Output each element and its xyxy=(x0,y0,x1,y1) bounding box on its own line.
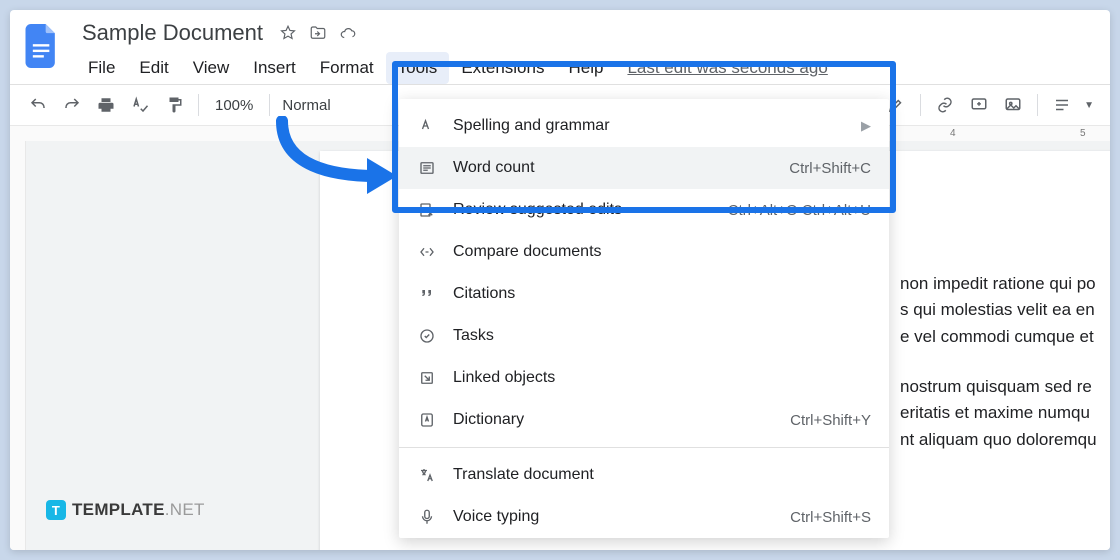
paint-format-icon[interactable] xyxy=(162,93,186,117)
document-title[interactable]: Sample Document xyxy=(76,18,269,48)
menu-label: Linked objects xyxy=(453,369,555,387)
mic-icon xyxy=(417,507,437,527)
menu-shortcut: Ctrl+Alt+O Ctrl+Alt+U xyxy=(728,202,871,219)
menu-file[interactable]: File xyxy=(76,52,127,84)
annotation-arrow-icon xyxy=(272,116,402,201)
submenu-arrow-icon: ▶ xyxy=(861,118,871,134)
star-icon[interactable] xyxy=(279,24,297,42)
spellcheck-icon[interactable] xyxy=(128,93,152,117)
menu-view[interactable]: View xyxy=(181,52,242,84)
menu-insert[interactable]: Insert xyxy=(241,52,308,84)
toolbar-separator xyxy=(1037,94,1038,116)
paragraph-style-select[interactable]: Normal xyxy=(282,97,330,114)
toolbar-separator xyxy=(269,94,270,116)
menu-compare-docs[interactable]: Compare documents xyxy=(399,231,889,273)
menu-voice-typing[interactable]: Voice typing Ctrl+Shift+S xyxy=(399,496,889,538)
undo-icon[interactable] xyxy=(26,93,50,117)
toolbar-separator xyxy=(198,94,199,116)
menu-dictionary[interactable]: Dictionary Ctrl+Shift+Y xyxy=(399,399,889,441)
insert-link-icon[interactable] xyxy=(933,93,957,117)
watermark-suffix: .NET xyxy=(165,500,205,519)
menu-shortcut: Ctrl+Shift+C xyxy=(789,160,871,177)
menu-format[interactable]: Format xyxy=(308,52,386,84)
cloud-status-icon[interactable] xyxy=(339,24,357,42)
menu-tools[interactable]: Tools xyxy=(386,52,450,84)
redo-icon[interactable] xyxy=(60,93,84,117)
watermark-brand: TEMPLATE xyxy=(72,500,165,519)
watermark: T TEMPLATE.NET xyxy=(46,500,205,520)
compare-icon xyxy=(417,242,437,262)
ruler-label: 4 xyxy=(950,128,956,139)
menu-label: Tasks xyxy=(453,327,494,345)
move-folder-icon[interactable] xyxy=(309,24,327,42)
toolbar-separator xyxy=(920,94,921,116)
menu-linked-objects[interactable]: Linked objects xyxy=(399,357,889,399)
menu-bar: File Edit View Insert Format Tools Exten… xyxy=(76,52,1098,84)
menu-shortcut: Ctrl+Shift+Y xyxy=(790,412,871,429)
align-icon[interactable] xyxy=(1050,93,1074,117)
menu-label: Review suggested edits xyxy=(453,201,622,219)
menu-citations[interactable]: Citations xyxy=(399,273,889,315)
chevron-down-icon[interactable]: ▼ xyxy=(1084,100,1094,111)
menu-label: Translate document xyxy=(453,466,594,484)
vertical-ruler[interactable] xyxy=(10,141,26,550)
review-edits-icon xyxy=(417,200,437,220)
menu-shortcut: Ctrl+Shift+S xyxy=(790,509,871,526)
menu-separator xyxy=(399,447,889,448)
zoom-select[interactable]: 100% xyxy=(211,97,257,114)
template-logo-icon: T xyxy=(46,500,66,520)
menu-review-edits[interactable]: Review suggested edits Ctrl+Alt+O Ctrl+A… xyxy=(399,189,889,231)
spellcheck-a-icon xyxy=(417,116,437,136)
tools-dropdown: Spelling and grammar ▶ Word count Ctrl+S… xyxy=(399,99,889,538)
menu-label: Word count xyxy=(453,159,535,177)
menu-word-count[interactable]: Word count Ctrl+Shift+C xyxy=(399,147,889,189)
tasks-icon xyxy=(417,326,437,346)
last-edit-status[interactable]: Last edit was seconds ago xyxy=(623,52,831,84)
word-count-icon xyxy=(417,158,437,178)
menu-help[interactable]: Help xyxy=(556,52,615,84)
ruler-label: 5 xyxy=(1080,128,1086,139)
header: Sample Document File Edit View Insert Fo… xyxy=(10,10,1110,84)
menu-label: Compare documents xyxy=(453,243,602,261)
menu-label: Voice typing xyxy=(453,508,539,526)
menu-edit[interactable]: Edit xyxy=(127,52,180,84)
translate-icon xyxy=(417,465,437,485)
docs-logo-icon[interactable] xyxy=(22,22,62,70)
dictionary-icon xyxy=(417,410,437,430)
menu-label: Spelling and grammar xyxy=(453,117,610,135)
add-comment-icon[interactable] xyxy=(967,93,991,117)
insert-image-icon[interactable] xyxy=(1001,93,1025,117)
menu-spelling-grammar[interactable]: Spelling and grammar ▶ xyxy=(399,105,889,147)
menu-label: Citations xyxy=(453,285,515,303)
menu-extensions[interactable]: Extensions xyxy=(449,52,556,84)
citations-icon xyxy=(417,284,437,304)
menu-label: Dictionary xyxy=(453,411,524,429)
menu-tasks[interactable]: Tasks xyxy=(399,315,889,357)
document-body-text[interactable]: non impedit ratione qui pos qui molestia… xyxy=(900,271,1110,477)
linked-objects-icon xyxy=(417,368,437,388)
menu-translate[interactable]: Translate document xyxy=(399,454,889,496)
print-icon[interactable] xyxy=(94,93,118,117)
